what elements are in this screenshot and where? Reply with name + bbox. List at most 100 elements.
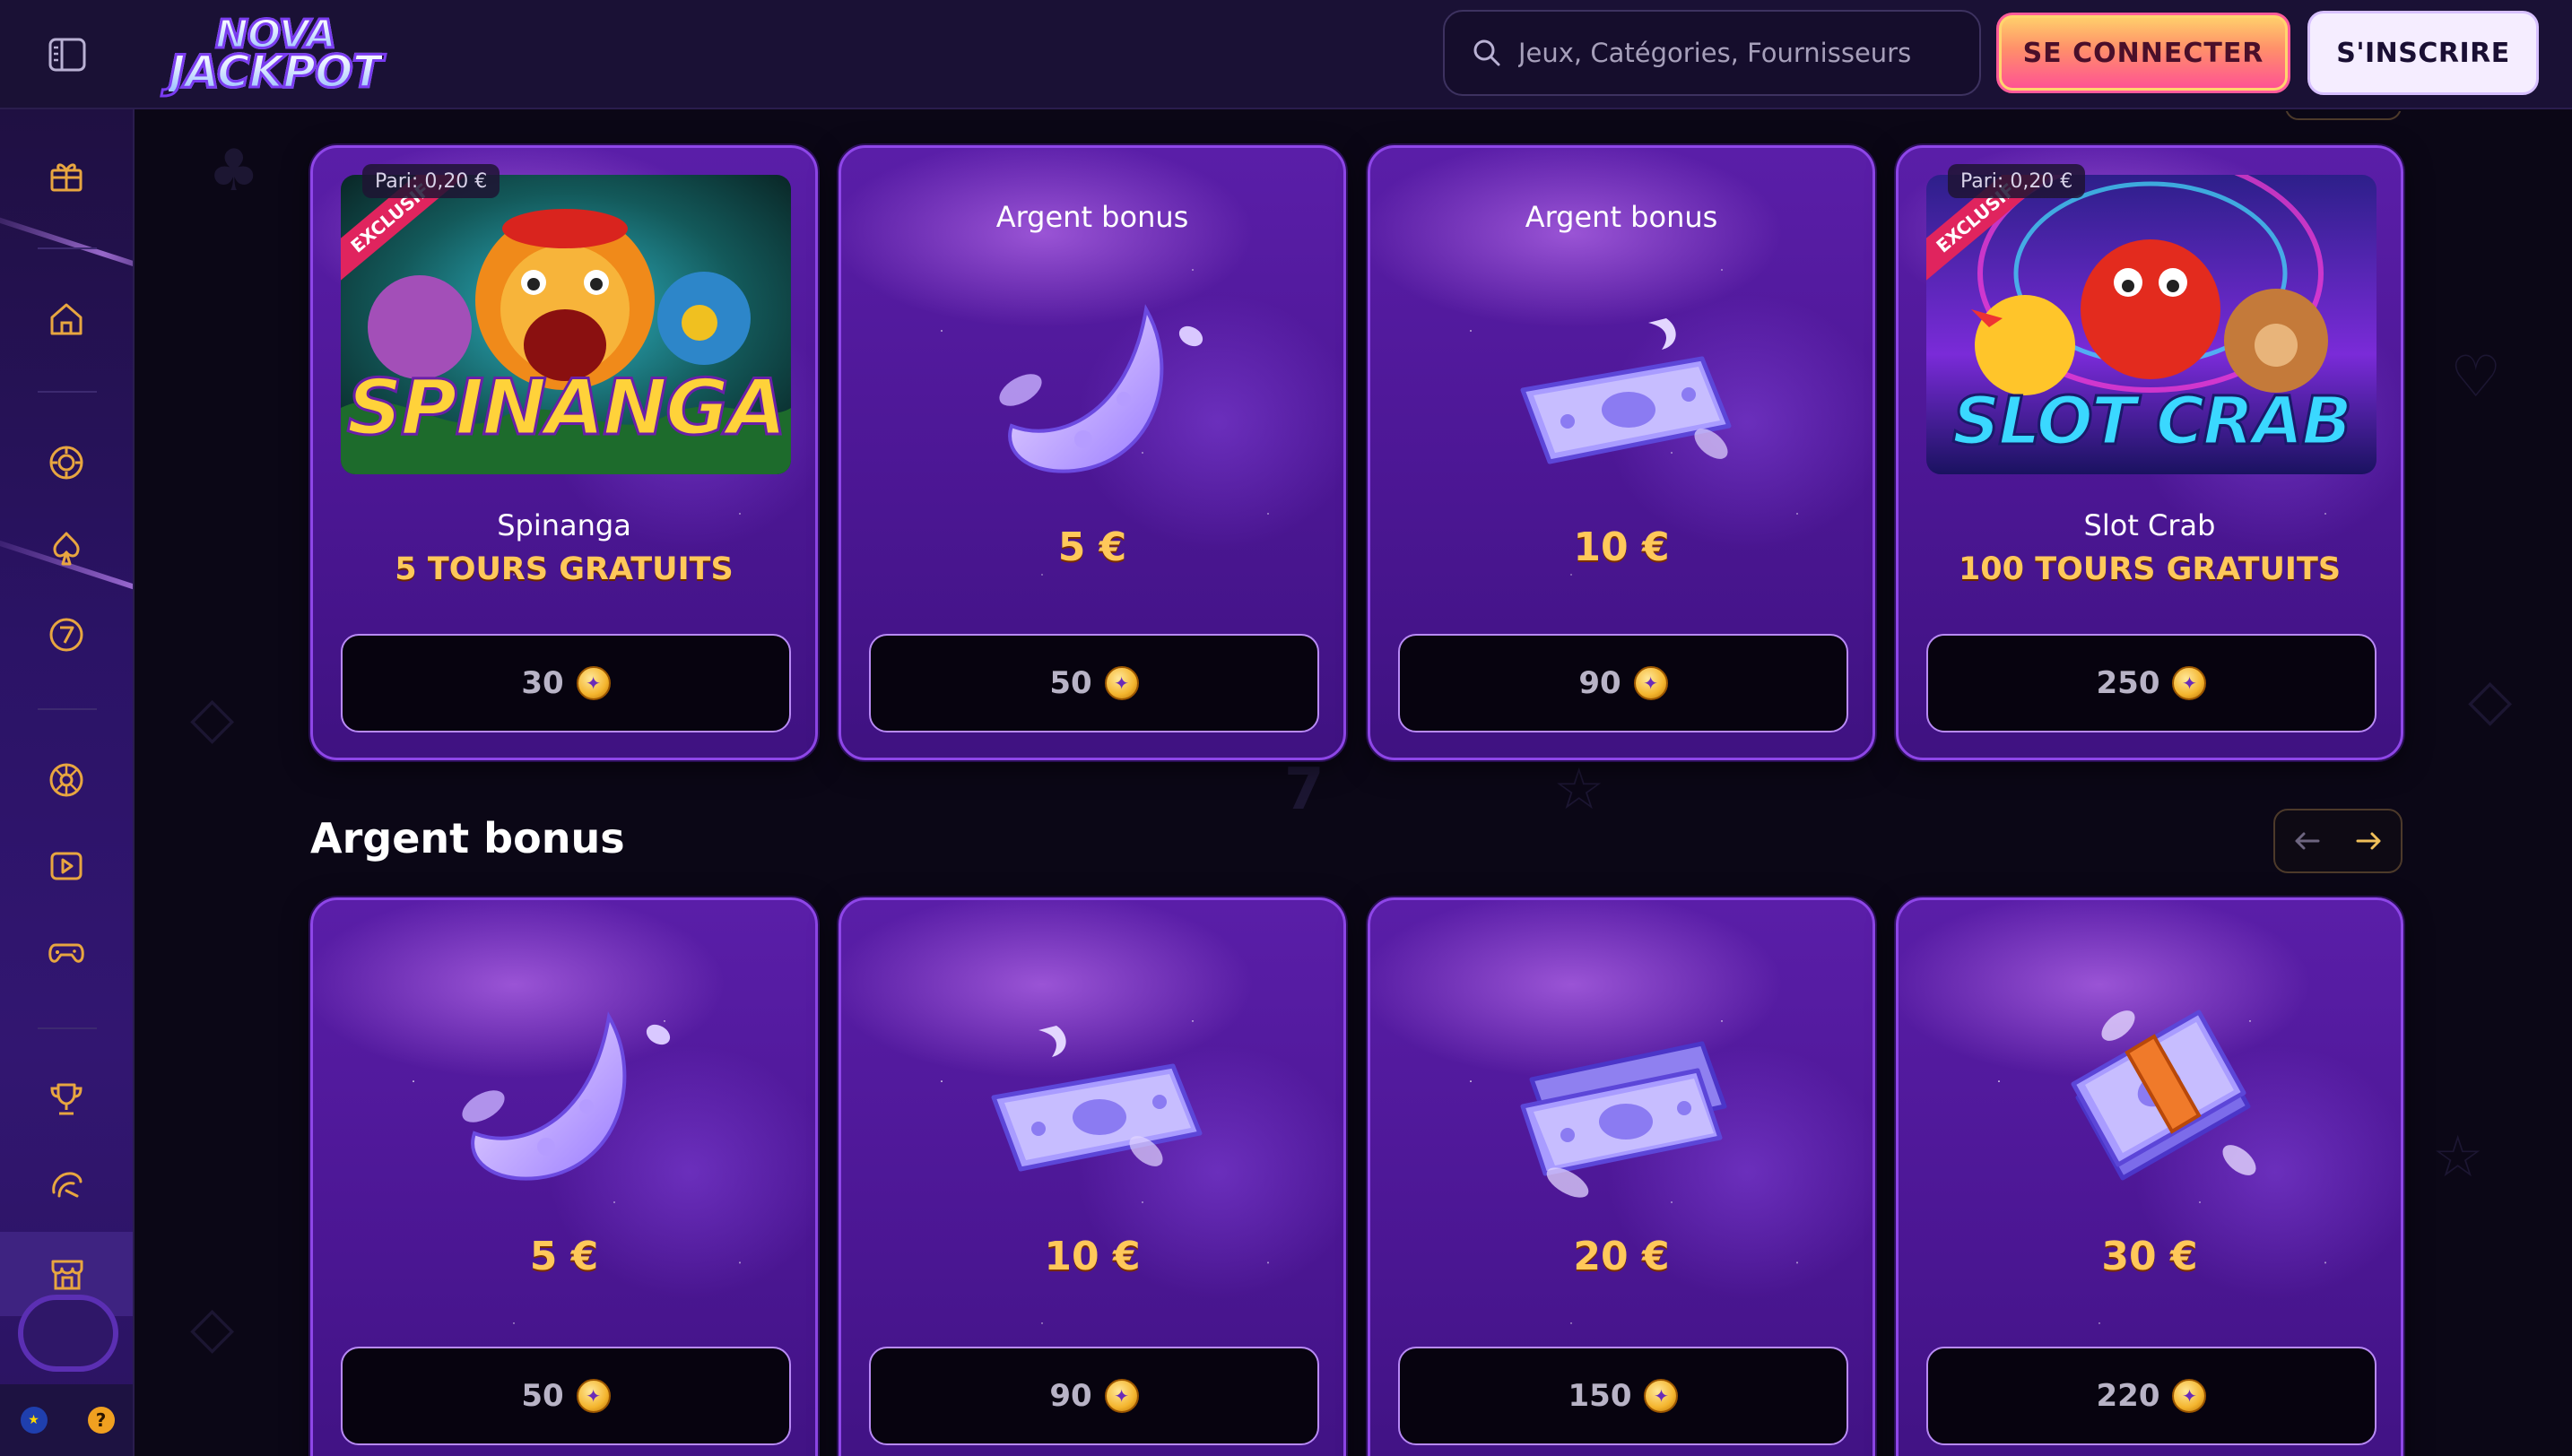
buy-button[interactable]: 90 ✦ xyxy=(869,1347,1319,1445)
search-input[interactable] xyxy=(1518,38,1967,68)
buy-button[interactable]: 50 ✦ xyxy=(869,634,1319,732)
search-icon xyxy=(1473,39,1500,66)
home-icon xyxy=(50,303,83,335)
bonus-value: 5 € xyxy=(1057,524,1127,570)
shop-card-slot-crab[interactable]: EXCLUSIF SLOT CRAB Pari: 0,20 € Slot Cra… xyxy=(1896,145,2403,760)
bonus-value: 20 € xyxy=(1573,1234,1670,1279)
buy-button[interactable]: 220 ✦ xyxy=(1926,1347,2376,1445)
game-name: Slot Crab xyxy=(2083,508,2216,542)
sidebar: ★ ? xyxy=(0,109,135,1456)
sidebar-divider xyxy=(38,391,97,393)
top-bar: NOVA JACKPOT SE CONNECTER S'INSCRIRE xyxy=(0,0,2572,109)
banknote-stack-illustration xyxy=(1520,1041,1727,1198)
shop-card-bonus-10[interactable]: 10 € 90 ✦ xyxy=(839,897,1346,1456)
sidebar-footer: ★ ? xyxy=(0,1384,133,1456)
sidebar-item-cards[interactable] xyxy=(38,520,95,577)
buy-button[interactable]: 30 ✦ xyxy=(341,634,791,732)
seven-icon xyxy=(49,618,83,652)
video-play-icon xyxy=(50,852,83,880)
sidebar-item-promotions[interactable] xyxy=(38,147,95,204)
search-bar[interactable] xyxy=(1443,10,1981,96)
shop-card-bonus-5[interactable]: Argent bonus 5 € 50 ✦ xyxy=(839,145,1346,760)
game-logo-text: SLOT CRAB xyxy=(1951,382,2354,462)
shop-card-bonus-5[interactable]: 5 € 50 ✦ xyxy=(310,897,818,1456)
game-thumbnail-slot-crab: EXCLUSIF SLOT CRAB xyxy=(1926,175,2376,474)
price-value: 220 xyxy=(2096,1378,2160,1414)
sidebar-item-casino[interactable] xyxy=(38,434,95,491)
buy-button[interactable]: 50 ✦ xyxy=(341,1347,791,1445)
coin-icon: ✦ xyxy=(1104,666,1139,700)
game-thumbnail-spinanga: EXCLUSIF SPINANGA xyxy=(341,175,791,474)
sidebar-divider xyxy=(38,247,97,249)
signup-button[interactable]: S'INSCRIRE xyxy=(2307,11,2539,95)
casino-chip-icon xyxy=(49,446,83,480)
background-pattern: ◇ xyxy=(190,1295,235,1361)
sidebar-item-home[interactable] xyxy=(38,290,95,348)
coin-icon: ✦ xyxy=(576,1379,611,1413)
bonus-value: 10 € xyxy=(1044,1234,1141,1279)
moon-illustration xyxy=(462,1011,671,1181)
free-spins-reward: 100 TOURS GRATUITS xyxy=(1958,551,2342,587)
sidebar-item-video[interactable] xyxy=(38,837,95,895)
shop-card-bonus-20[interactable]: 20 € 150 ✦ xyxy=(1368,897,1875,1456)
section-title: Argent bonus xyxy=(310,814,625,862)
shop-icon xyxy=(51,1260,83,1290)
arrow-left-icon xyxy=(2295,832,2320,850)
help-icon[interactable]: ? xyxy=(87,1407,115,1434)
nova-jackpot-logo[interactable]: NOVA JACKPOT xyxy=(145,11,405,99)
carousel-arrows xyxy=(2273,809,2403,873)
banknote-illustration xyxy=(991,1026,1203,1172)
background-pattern: ♣ xyxy=(208,138,260,204)
shop-card-bonus-30[interactable]: 30 € 220 ✦ xyxy=(1896,897,2403,1456)
coin-icon: ✦ xyxy=(1633,666,1668,700)
coin-icon: ✦ xyxy=(1104,1379,1139,1413)
buy-button[interactable]: 250 ✦ xyxy=(1926,634,2376,732)
price-value: 150 xyxy=(1568,1378,1632,1414)
price-value: 250 xyxy=(2096,665,2160,701)
shop-card-bonus-10[interactable]: Argent bonus 10 € 90 ✦ xyxy=(1368,145,1875,760)
cash-bundle-illustration xyxy=(2071,1010,2256,1181)
card-label: Argent bonus xyxy=(995,200,1189,234)
login-button[interactable]: SE CONNECTER xyxy=(1996,13,2290,93)
coin-icon: ✦ xyxy=(1644,1379,1679,1413)
language-flag-icon[interactable]: ★ xyxy=(20,1407,48,1434)
sidebar-item-slots[interactable] xyxy=(38,606,95,663)
logo-line-2: JACKPOT xyxy=(168,46,384,99)
gamepad-icon xyxy=(48,943,84,963)
shop-card-spinanga[interactable]: EXCLUSIF SPINANGA Pari: 0,20 € Spinanga … xyxy=(310,145,818,760)
sidebar-item-live[interactable] xyxy=(38,751,95,809)
background-pattern: ◇ xyxy=(2468,667,2513,733)
background-pattern: ♡ xyxy=(2450,344,2502,411)
spade-icon xyxy=(53,532,80,566)
bonus-value: 5 € xyxy=(529,1234,599,1279)
background-pattern: ◇ xyxy=(190,685,235,751)
roulette-icon xyxy=(49,763,83,797)
sidebar-item-speed[interactable] xyxy=(38,1157,95,1214)
carousel-prev-button[interactable] xyxy=(2284,819,2329,863)
free-spins-reward: 5 TOURS GRATUITS xyxy=(395,551,734,587)
game-name: Spinanga xyxy=(497,508,631,542)
coin-icon: ✦ xyxy=(2172,666,2207,700)
main-content: ♣ ◇ 7 ◇ ☆ ♡ ☆ ◇ EXCLUSIF SPINANGA Pari: … xyxy=(136,111,2572,1456)
arrow-right-icon xyxy=(2356,832,2381,850)
sidebar-divider xyxy=(38,708,97,710)
background-pattern: 7 xyxy=(1284,757,1325,823)
buy-button[interactable]: 90 ✦ xyxy=(1398,634,1848,732)
sidebar-decoration xyxy=(0,207,133,286)
trophy-icon xyxy=(50,1083,83,1115)
background-pattern: ☆ xyxy=(2432,1124,2484,1191)
price-value: 50 xyxy=(1049,665,1092,701)
sidebar-item-games[interactable] xyxy=(38,923,95,981)
speed-icon xyxy=(52,1172,83,1198)
card-label: Argent bonus xyxy=(1525,200,1718,234)
buy-button[interactable]: 150 ✦ xyxy=(1398,1347,1848,1445)
chat-bubble-decoration xyxy=(18,1295,118,1372)
price-value: 30 xyxy=(521,665,564,701)
sidebar-item-tournaments[interactable] xyxy=(38,1070,95,1128)
carousel-next-button[interactable] xyxy=(2347,819,2392,863)
price-value: 90 xyxy=(1049,1378,1092,1414)
game-logo-text: SPINANGA xyxy=(345,362,788,455)
sidebar-toggle-icon[interactable] xyxy=(47,34,88,75)
coin-icon: ✦ xyxy=(576,666,611,700)
background-pattern: ☆ xyxy=(1553,757,1605,823)
